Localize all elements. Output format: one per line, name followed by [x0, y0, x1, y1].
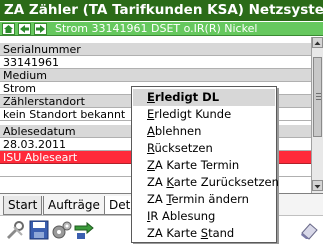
menu-item-ruecksetzen[interactable]: Rücksetzen [133, 140, 275, 157]
tab-auftraege[interactable]: Aufträge [43, 196, 105, 215]
field-value-serialnummer[interactable]: 33141961 [0, 56, 311, 69]
tab-start[interactable]: Start [3, 196, 43, 215]
menu-item-za-termin-aendern[interactable]: ZA Termin ändern [133, 191, 275, 208]
menu-item-erledigt-kunde[interactable]: Erledigt Kunde [133, 106, 275, 123]
navigation-bar: Strom 33141961 DSET o.IR(R) Nickel [0, 22, 323, 36]
back-arrow-icon[interactable] [18, 23, 31, 35]
breadcrumb: Strom 33141961 DSET o.IR(R) Nickel [55, 22, 258, 35]
settings-gears-icon[interactable] [51, 219, 73, 241]
menu-item-ablehnen[interactable]: Ablehnen [133, 123, 275, 140]
menu-item-za-karte-termin[interactable]: ZA Karte Termin [133, 157, 275, 174]
field-label-serialnummer: Serialnummer [0, 43, 311, 56]
menu-item-za-karte-stand[interactable]: ZA Karte Stand [133, 225, 275, 242]
window-title: ZA Zähler (TA Tarifkunden KSA) Netzsyste… [0, 0, 323, 21]
transfer-icon[interactable] [73, 219, 95, 241]
menu-item-ir-ablesung[interactable]: IR Ablesung [133, 208, 275, 225]
menu-item-za-karte-zuruecksetzen[interactable]: ZA Karte Zurücksetzen [133, 174, 279, 191]
tools-icon[interactable] [4, 219, 26, 241]
forward-arrow-icon[interactable] [34, 23, 47, 35]
eraser-icon[interactable] [298, 219, 320, 241]
scroll-down-icon[interactable] [312, 180, 323, 191]
field-label-medium: Medium [0, 69, 311, 82]
scroll-up-icon[interactable] [312, 37, 323, 48]
menu-item-erledigt-dl[interactable]: Erledigt DL [133, 89, 275, 106]
home-icon[interactable] [2, 23, 15, 35]
save-icon[interactable] [28, 219, 50, 241]
vertical-scrollbar[interactable] [311, 37, 323, 193]
context-menu: Erledigt DL Erledigt Kunde Ablehnen Rück… [131, 86, 279, 243]
scrollbar-thumb[interactable] [313, 57, 322, 137]
